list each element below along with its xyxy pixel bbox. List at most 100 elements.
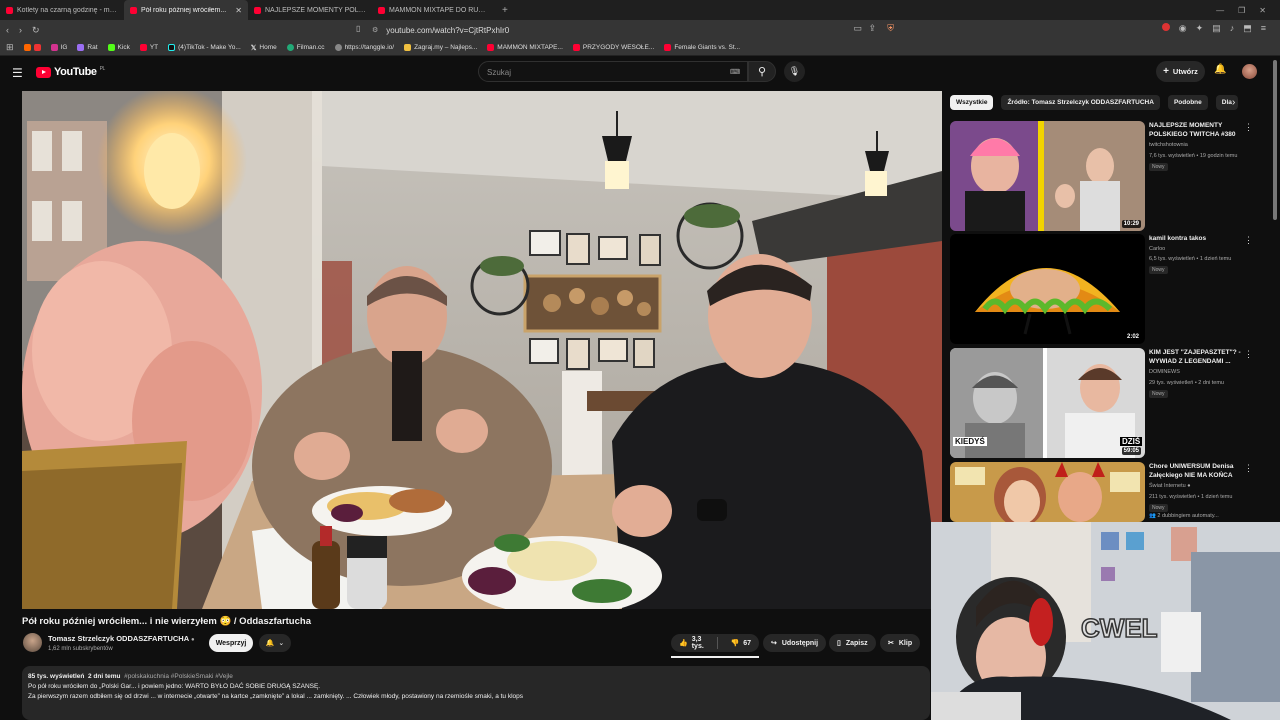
like-button[interactable]: 👍 3,3 tys. [671,634,712,652]
bookmark-label: (4)TikTok - Make Yo... [178,44,241,51]
recommendation-meta: 211 tys. wyświetleń • 1 dzień temu [1149,494,1233,500]
browser-tab[interactable]: Kotlety na czarną godzinę - mogą st... [0,0,124,20]
thumbnail-image [950,234,1145,344]
voice-search-button[interactable]: 🎙 [784,61,805,82]
save-button[interactable]: ▯ Zapisz [829,634,876,652]
more-options-icon[interactable]: ⋮ [1244,122,1253,133]
more-options-icon[interactable]: ⋮ [1244,349,1253,360]
share-page-icon[interactable]: ⇪ [868,23,876,34]
window-controls: — ❐ ✕ [1216,6,1280,15]
menu-icon[interactable]: ≡ [1261,23,1266,34]
back-icon[interactable]: ‹ [6,25,9,35]
video-thumbnail[interactable]: 10:29 [950,121,1145,231]
sidebar-icon[interactable]: ▤ [1212,23,1221,34]
search-input[interactable]: Szukaj [478,61,748,82]
bookmark-icon[interactable]: ▯ [356,24,360,33]
browser-tab[interactable]: NAJLEPSZE MOMENTY POLSKIEGO T... [248,0,372,20]
recommendation-channel[interactable]: Świat Internetu ● [1149,483,1191,489]
dislike-button[interactable]: 👎 67 [722,634,759,652]
chevron-right-icon[interactable]: › [1232,97,1235,108]
forward-icon[interactable]: › [19,25,22,35]
dubbing-icon: 👥 [1149,513,1156,519]
bookmark-item[interactable]: Rat [77,44,98,51]
chip-source-channel[interactable]: Źródło: Tomasz Strzelczyk ODDASZFARTUCHA [1001,95,1160,110]
recommendation-item[interactable]: KIEDYŚ DZIŚ 59:05 KIM JEST "ZAJEPASZTET"… [950,348,1260,458]
more-options-icon[interactable]: ⋮ [1244,235,1253,246]
youtube-header: ☰ YouTube PL Szukaj ⌨ ⚲ 🎙 + Utwórz 🔔 [0,57,1280,87]
screen-icon[interactable]: ▭ [853,23,862,34]
logo-text: YouTube [54,66,97,78]
create-button[interactable]: + Utwórz [1156,61,1205,82]
duration-badge: 10:29 [1121,220,1141,228]
bookmark-label: Female Giants vs. St... [674,44,741,51]
hashtags[interactable]: #polskakuchnia #PolskieSmaki #Vejle [124,673,233,680]
keyboard-icon[interactable]: ⌨ [730,68,740,76]
close-window-icon[interactable]: ✕ [1259,6,1266,15]
kick-icon [107,44,115,51]
hamburger-menu-icon[interactable]: ☰ [12,66,23,80]
minimize-icon[interactable]: — [1216,6,1224,15]
verified-icon: ● [190,637,195,643]
page-scrollbar[interactable] [1273,60,1277,220]
video-thumbnail[interactable]: KIEDYŚ DZIŚ 59:05 [950,348,1145,458]
bookmark-item[interactable]: PRZYGODY WESOŁE... [572,44,654,51]
restore-icon[interactable]: ❐ [1238,6,1245,15]
bookmark-item[interactable]: Kick [107,44,130,51]
bookmark-label: YT [149,44,159,51]
clip-button[interactable]: ✂ Klip [880,634,921,652]
thumbnail-label-left: KIEDYŚ [953,437,987,446]
description-box[interactable]: 85 tys. wyświetleń 2 dni temu #polskakuc… [22,666,930,720]
recommendation-channel[interactable]: Carloo [1149,246,1165,252]
extension-red-icon[interactable] [1161,23,1170,31]
recommendation-channel[interactable]: DOMINEWS [1149,369,1180,375]
bookmark-item[interactable]: 𝕏 Home [251,44,277,52]
notifications-bell-icon[interactable]: 🔔 [1214,64,1226,75]
channel-name[interactable]: Tomasz Strzelczyk ODDASZFARTUCHA ● [48,634,195,643]
bookmark-item[interactable]: Female Giants vs. St... [664,44,740,51]
puzzle-icon[interactable]: ✦ [1196,23,1204,34]
browser-tab-active[interactable]: Pół roku później wróciłem... ✕ [124,0,248,20]
channel-avatar[interactable] [23,633,42,652]
new-tab-button[interactable]: + [496,5,514,16]
search-button[interactable]: ⚲ [748,61,776,82]
video-player[interactable] [22,91,942,609]
recommendation-title[interactable]: NAJLEPSZE MOMENTY POLSKIEGO TWITCHA #380 [1149,121,1241,139]
bookmark-item[interactable] [23,44,41,51]
recommendation-item[interactable]: 2:02 kamil kontra takos Carloo 6,5 tys. … [950,234,1260,344]
bookmark-item[interactable]: Zagraj.my – Najleps... [404,44,477,51]
apps-grid-icon[interactable]: ⊞ [6,42,14,53]
music-icon[interactable]: ♪ [1230,23,1235,34]
brave-shield-icon[interactable]: ⛨ [887,23,894,34]
bookmark-item[interactable]: MAMMON MIXTAPE... [487,44,563,51]
more-options-icon[interactable]: ⋮ [1244,463,1253,474]
video-thumbnail[interactable]: 2:02 [950,234,1145,344]
browser-tab[interactable]: MAMMON MIXTAPE DO RUCH@NI... [372,0,496,20]
video-thumbnail[interactable] [950,462,1145,522]
divider [716,637,718,649]
recommendation-title[interactable]: KIM JEST "ZAJEPASZTET"? - WYWIAD Z LEGEN… [1149,348,1241,366]
url-field[interactable]: ⚙ youtube.com/watch?v=CjtRtPxhIr0 [372,23,884,37]
user-avatar[interactable] [1242,64,1257,79]
youtube-logo[interactable]: YouTube PL [36,66,105,78]
bookmark-item[interactable]: (4)TikTok - Make Yo... [168,44,241,51]
recommendation-title[interactable]: Chore UNIWERSUM Denisa Załęckiego NIE MA… [1149,462,1241,480]
youtube-favicon-icon [6,6,13,14]
recommendation-item[interactable]: 10:29 NAJLEPSZE MOMENTY POLSKIEGO TWITCH… [950,121,1260,231]
share-button[interactable]: ↪ Udostępnij [763,634,827,652]
subscription-bell-button[interactable]: 🔔 ⌄ [259,634,291,652]
extension-icon[interactable]: ◉ [1179,23,1187,34]
bookmark-item[interactable]: https://tanggle.io/ [334,44,394,51]
bookmark-item[interactable]: Filman.cc [286,44,325,51]
chip-related[interactable]: Podobne [1167,95,1208,110]
new-badge: Nowy [1149,390,1168,398]
chip-all[interactable]: Wszystkie [950,95,994,110]
bookmark-item[interactable]: YT [139,44,159,51]
close-tab-icon[interactable]: ✕ [235,6,242,15]
recommendation-channel[interactable]: twitchshotownia [1149,142,1188,148]
reload-icon[interactable]: ↻ [32,25,40,36]
wallet-icon[interactable]: ⬒ [1243,23,1252,34]
recommendation-title[interactable]: kamil kontra takos [1149,234,1241,243]
bookmark-item[interactable]: IG [50,44,67,51]
support-button[interactable]: Wesprzyj [209,634,253,652]
site-info-icon[interactable]: ⚙ [372,26,378,34]
